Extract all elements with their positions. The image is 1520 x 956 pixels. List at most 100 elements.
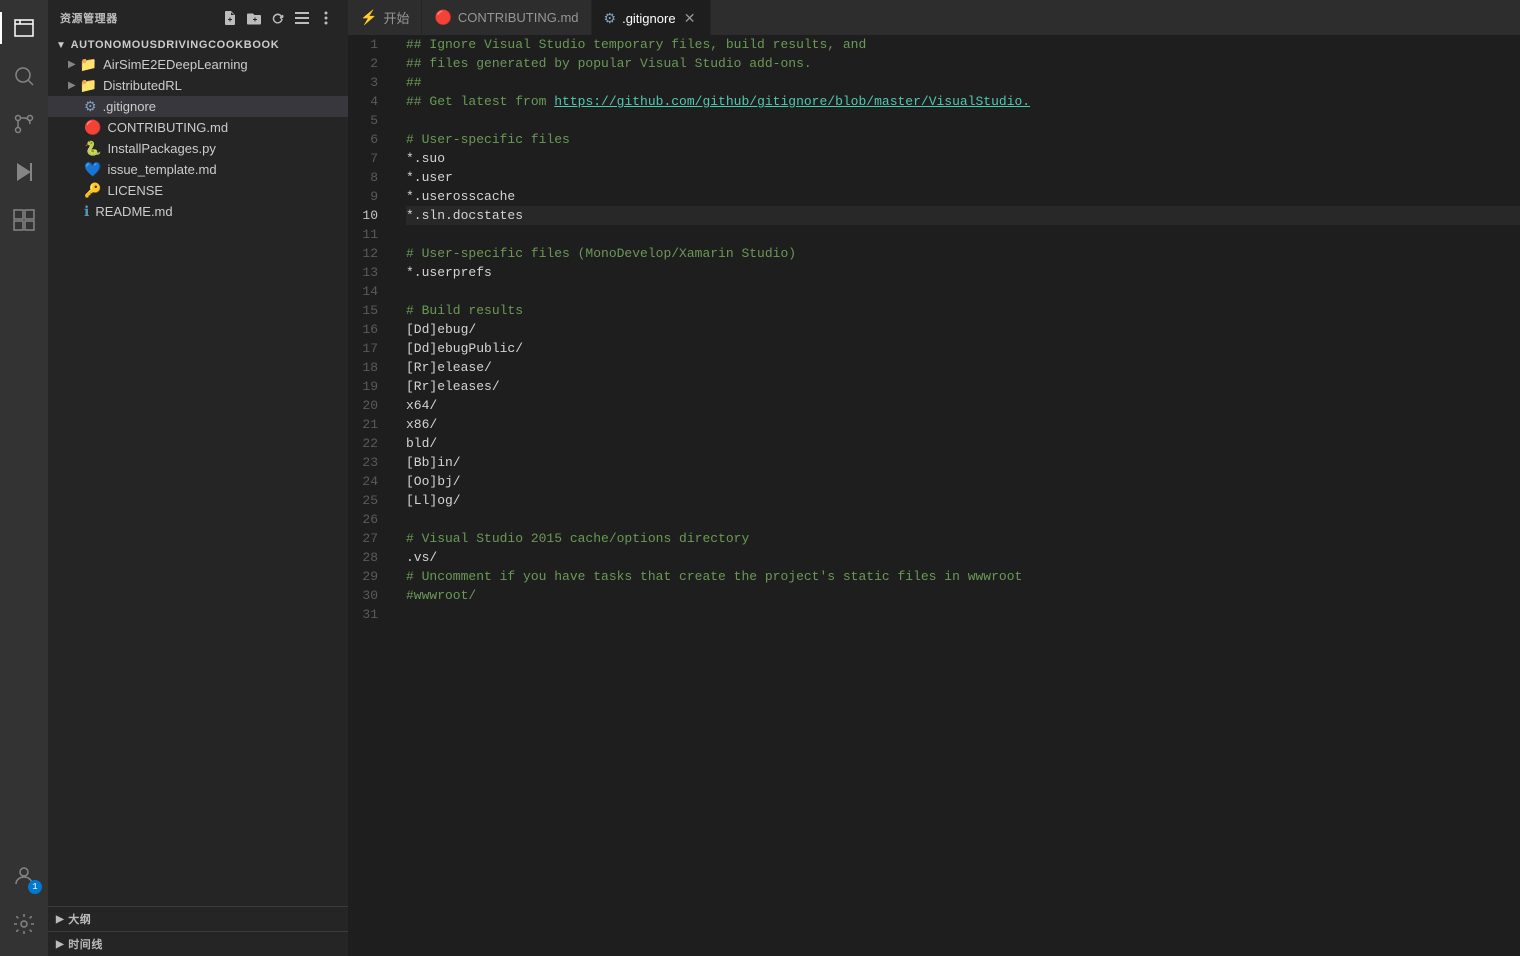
root-folder-label: AUTONOMOUSDRIVINGCOOKBOOK	[71, 39, 280, 51]
line-num-17: 17	[348, 339, 386, 358]
code-line-22: bld/	[406, 434, 1520, 453]
tab-contributing-icon: 🔴	[434, 9, 451, 26]
readme-icon: ℹ	[84, 203, 89, 220]
sidebar-item-label: InstallPackages.py	[107, 141, 340, 156]
line-num-30: 30	[348, 586, 386, 605]
sidebar-item-issue[interactable]: 💙 issue_template.md	[48, 159, 348, 180]
code-line-11	[406, 225, 1520, 244]
line-num-14: 14	[348, 282, 386, 301]
sidebar-item-label: CONTRIBUTING.md	[107, 120, 340, 135]
new-folder-icon[interactable]	[244, 8, 264, 28]
code-line-19: [Rr]eleases/	[406, 377, 1520, 396]
refresh-icon[interactable]	[268, 8, 288, 28]
line-num-18: 18	[348, 358, 386, 377]
sidebar-item-label: LICENSE	[107, 183, 340, 198]
outline-label: 大纲	[68, 911, 91, 927]
line-num-4: 4	[348, 92, 386, 111]
code-line-23: [Bb]in/	[406, 453, 1520, 472]
timeline-section[interactable]: ▶ 时间线	[48, 931, 348, 956]
code-line-13: *.userprefs	[406, 263, 1520, 282]
line-num-3: 3	[348, 73, 386, 92]
editor-content: 1 2 3 4 5 6 7 8 9 10 11 12 13 14 15 16 1…	[348, 35, 1520, 956]
sidebar-item-gitignore[interactable]: ⚙ .gitignore	[48, 96, 348, 117]
line-num-1: 1	[348, 35, 386, 54]
sidebar-item-contributing[interactable]: 🔴 CONTRIBUTING.md	[48, 117, 348, 138]
folder-icon: 📁	[80, 77, 97, 94]
code-line-30: #wwwroot/	[406, 586, 1520, 605]
sidebar-item-license[interactable]: 🔑 LICENSE	[48, 180, 348, 201]
issue-icon: 💙	[84, 161, 101, 178]
line-num-23: 23	[348, 453, 386, 472]
code-area[interactable]: ## Ignore Visual Studio temporary files,…	[398, 35, 1520, 956]
code-line-31	[406, 605, 1520, 624]
line-num-2: 2	[348, 54, 386, 73]
line-num-25: 25	[348, 491, 386, 510]
code-line-10: *.sln.docstates	[406, 206, 1520, 225]
sidebar-item-label: AirSimE2EDeepLearning	[103, 57, 340, 72]
line-num-29: 29	[348, 567, 386, 586]
line-num-9: 9	[348, 187, 386, 206]
tab-start-icon: ⚡	[360, 9, 377, 26]
line-num-8: 8	[348, 168, 386, 187]
code-line-21: x86/	[406, 415, 1520, 434]
sidebar-item-airsim[interactable]: ▶ 📁 AirSimE2EDeepLearning	[48, 54, 348, 75]
sidebar-item-installpackages[interactable]: 🐍 InstallPackages.py	[48, 138, 348, 159]
line-num-16: 16	[348, 320, 386, 339]
files-icon[interactable]	[0, 4, 48, 52]
line-num-10: 10	[348, 206, 386, 225]
python-icon: 🐍	[84, 140, 101, 157]
line-num-20: 20	[348, 396, 386, 415]
new-file-icon[interactable]	[220, 8, 240, 28]
sidebar-item-label: README.md	[95, 204, 340, 219]
sidebar-item-distributedrl[interactable]: ▶ 📁 DistributedRL	[48, 75, 348, 96]
tab-gitignore[interactable]: ⚙ .gitignore ✕	[592, 0, 711, 35]
code-line-1: ## Ignore Visual Studio temporary files,…	[406, 35, 1520, 54]
settings-icon[interactable]	[0, 900, 48, 948]
code-line-28: .vs/	[406, 548, 1520, 567]
code-line-5	[406, 111, 1520, 130]
tab-gitignore-icon: ⚙	[604, 10, 617, 27]
line-num-15: 15	[348, 301, 386, 320]
account-icon[interactable]: 1	[0, 852, 48, 900]
line-num-24: 24	[348, 472, 386, 491]
outline-section[interactable]: ▶ 大纲	[48, 906, 348, 931]
extensions-icon[interactable]	[0, 196, 48, 244]
code-line-24: [Oo]bj/	[406, 472, 1520, 491]
tab-gitignore-label: .gitignore	[622, 11, 675, 26]
more-options-icon[interactable]	[316, 8, 336, 28]
tab-close-button[interactable]: ✕	[682, 10, 698, 26]
search-icon[interactable]	[0, 52, 48, 100]
run-icon[interactable]	[0, 148, 48, 196]
line-num-11: 11	[348, 225, 386, 244]
tab-contributing[interactable]: 🔴 CONTRIBUTING.md	[422, 0, 591, 35]
line-num-7: 7	[348, 149, 386, 168]
line-num-5: 5	[348, 111, 386, 130]
folder-icon: 📁	[80, 56, 97, 73]
source-control-icon[interactable]	[0, 100, 48, 148]
sidebar-header-icons	[220, 8, 336, 28]
line-num-22: 22	[348, 434, 386, 453]
code-line-8: *.user	[406, 168, 1520, 187]
code-line-27: # Visual Studio 2015 cache/options direc…	[406, 529, 1520, 548]
line-num-28: 28	[348, 548, 386, 567]
code-line-9: *.userosscache	[406, 187, 1520, 206]
code-line-3: ##	[406, 73, 1520, 92]
sidebar-item-label: DistributedRL	[103, 78, 340, 93]
code-line-15: # Build results	[406, 301, 1520, 320]
code-line-4: ## Get latest from https://github.com/gi…	[406, 92, 1520, 111]
tab-bar: ⚡ 开始 🔴 CONTRIBUTING.md ⚙ .gitignore ✕	[348, 0, 1520, 35]
line-numbers: 1 2 3 4 5 6 7 8 9 10 11 12 13 14 15 16 1…	[348, 35, 398, 956]
line-num-31: 31	[348, 605, 386, 624]
code-line-20: x64/	[406, 396, 1520, 415]
tab-start[interactable]: ⚡ 开始	[348, 0, 422, 35]
sidebar: 资源管理器	[48, 0, 348, 956]
code-line-7: *.suo	[406, 149, 1520, 168]
line-num-26: 26	[348, 510, 386, 529]
tree-root[interactable]: ▼ AUTONOMOUSDRIVINGCOOKBOOK	[48, 36, 348, 54]
code-line-29: # Uncomment if you have tasks that creat…	[406, 567, 1520, 586]
code-line-17: [Dd]ebugPublic/	[406, 339, 1520, 358]
collapse-all-icon[interactable]	[292, 8, 312, 28]
editor-area: ⚡ 开始 🔴 CONTRIBUTING.md ⚙ .gitignore ✕ 1 …	[348, 0, 1520, 956]
sidebar-item-readme[interactable]: ℹ README.md	[48, 201, 348, 222]
timeline-label: 时间线	[68, 936, 103, 952]
